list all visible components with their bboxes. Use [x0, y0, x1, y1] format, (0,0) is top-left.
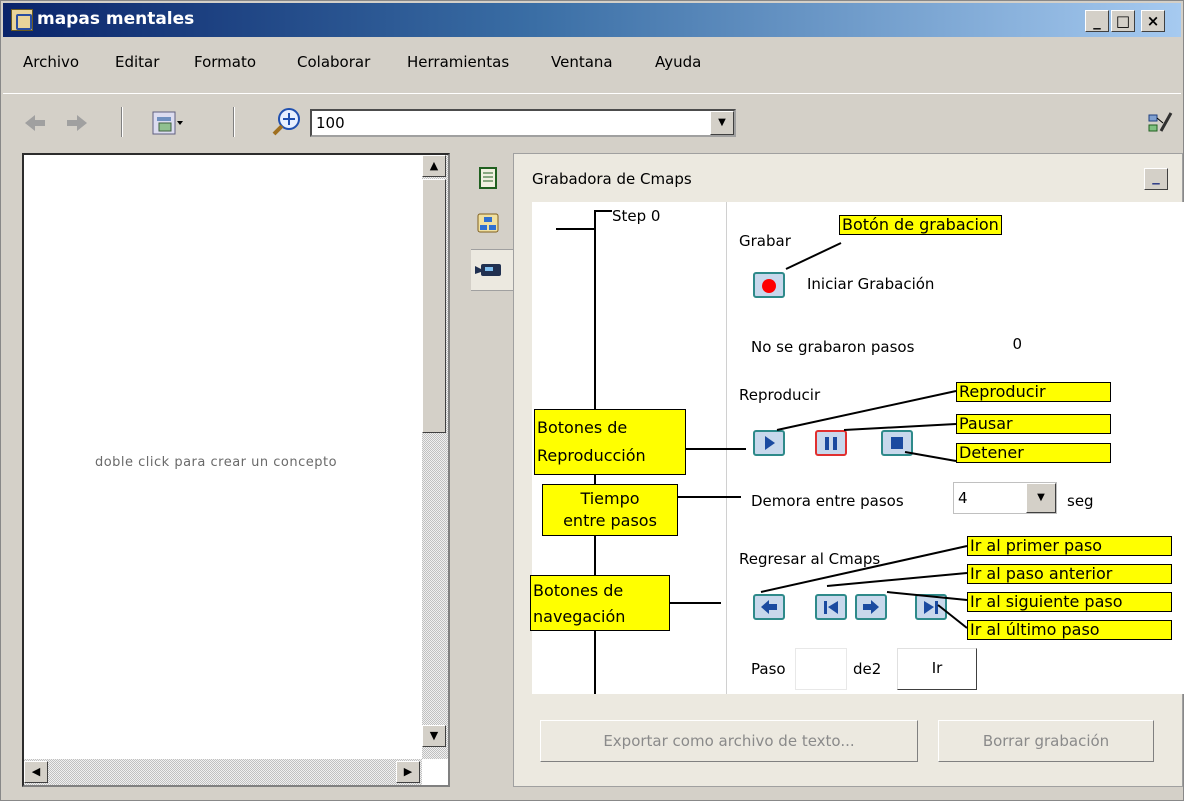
play-button[interactable]	[753, 430, 785, 456]
step-number-input[interactable]	[795, 648, 847, 690]
menu-herramientas[interactable]: Herramientas	[407, 53, 509, 71]
callout-playback-line-2: Reproducción	[537, 446, 646, 465]
next-step-button[interactable]	[855, 594, 887, 620]
recorder-tab[interactable]	[471, 249, 513, 291]
delay-value[interactable]: 4	[958, 489, 968, 507]
skip-forward-icon	[924, 601, 938, 614]
export-text-button[interactable]: Exportar como archivo de texto...	[540, 720, 918, 762]
clear-recording-button[interactable]: Borrar grabación	[938, 720, 1154, 762]
vertical-scrollbar[interactable]: ▲ ▼	[422, 155, 448, 759]
menu-ventana[interactable]: Ventana	[551, 53, 613, 71]
vertical-scroll-thumb[interactable]	[422, 179, 446, 433]
callout-prev-step: Ir al paso anterior	[967, 564, 1172, 584]
zoom-in-icon[interactable]	[271, 107, 305, 137]
delay-label: Demora entre pasos	[751, 492, 904, 510]
delay-select[interactable]: 4 ▼	[953, 482, 1057, 514]
arrow-left-icon	[761, 600, 777, 614]
callout-playback-buttons: Botones de Reproducción	[534, 409, 686, 475]
forward-arrow-icon[interactable]	[65, 113, 89, 133]
first-step-button[interactable]	[753, 594, 785, 620]
zoom-value[interactable]: 100	[316, 114, 345, 132]
no-steps-count-field: 0	[969, 326, 1029, 360]
panel-title: Grabadora de Cmaps	[532, 170, 692, 188]
view-options-icon[interactable]	[151, 109, 183, 137]
step-of-label: de2	[853, 660, 882, 678]
skip-back-icon	[824, 601, 838, 614]
scroll-up-button[interactable]: ▲	[422, 155, 446, 177]
callout-next-step: Ir al siguiente paso	[967, 592, 1172, 612]
scroll-right-button[interactable]: ▶	[396, 761, 420, 783]
delay-dropdown-button[interactable]: ▼	[1026, 483, 1056, 513]
callout-nav-line-2: navegación	[533, 607, 626, 626]
start-recording-label: Iniciar Grabación	[807, 275, 935, 293]
callout-play: Reproducir	[956, 382, 1111, 402]
callout-last-step: Ir al último paso	[967, 620, 1172, 640]
play-section-label: Reproducir	[739, 386, 821, 404]
title-bar[interactable]: mapas mentales _ □ ×	[3, 3, 1181, 37]
menu-archivo[interactable]: Archivo	[23, 53, 79, 71]
minimize-button[interactable]: _	[1085, 10, 1109, 32]
go-button[interactable]: Ir	[897, 648, 977, 690]
zoom-combo[interactable]: 100 ▼	[310, 109, 736, 137]
callout-nav-buttons: Botones de navegación	[530, 575, 670, 631]
concepts-tab-icon[interactable]	[477, 213, 499, 235]
window-title: mapas mentales	[37, 9, 195, 29]
pause-button[interactable]	[815, 430, 847, 456]
horizontal-scrollbar[interactable]: ◀ ▶	[24, 759, 422, 785]
close-button[interactable]: ×	[1141, 10, 1165, 32]
canvas-hint: doble click para crear un concepto	[94, 455, 338, 470]
menu-colaborar[interactable]: Colaborar	[297, 53, 370, 71]
scroll-left-button[interactable]: ◀	[24, 761, 48, 783]
camera-icon	[475, 264, 501, 276]
callout-time-line-2: entre pasos	[563, 511, 657, 530]
no-steps-count: 0	[1012, 335, 1022, 353]
text-tab-icon[interactable]	[477, 167, 499, 189]
callout-nav-line-1: Botones de	[533, 581, 624, 600]
callout-record-button: Botón de grabacion	[839, 215, 1002, 235]
menu-ayuda[interactable]: Ayuda	[655, 53, 701, 71]
step-0-label[interactable]: Step 0	[612, 207, 660, 225]
last-step-button[interactable]	[915, 594, 947, 620]
app-window: mapas mentales _ □ × Archivo Editar Form…	[0, 0, 1184, 801]
return-section-label: Regresar al Cmaps	[739, 550, 881, 568]
collaboration-icon[interactable]	[1147, 109, 1173, 135]
callout-stop: Detener	[956, 443, 1111, 463]
menu-formato[interactable]: Formato	[194, 53, 256, 71]
record-button[interactable]	[753, 272, 785, 298]
callout-step-time: Tiempo entre pasos	[542, 484, 678, 536]
record-icon	[762, 279, 776, 293]
stop-button[interactable]	[881, 430, 913, 456]
record-section-label: Grabar	[739, 232, 791, 250]
collapse-button[interactable]: _	[1144, 168, 1168, 190]
callout-playback-line-1: Botones de	[537, 418, 628, 437]
previous-step-button[interactable]	[815, 594, 847, 620]
menu-editar[interactable]: Editar	[115, 53, 159, 71]
step-field-label: Paso	[751, 660, 786, 678]
maximize-button[interactable]: □	[1111, 10, 1135, 32]
no-steps-label: No se grabaron pasos	[751, 338, 915, 356]
callout-time-line-1: Tiempo	[580, 489, 640, 508]
app-icon	[11, 9, 33, 31]
stop-icon	[891, 437, 903, 449]
scroll-down-button[interactable]: ▼	[422, 725, 446, 747]
pause-icon	[825, 437, 837, 450]
callout-pause: Pausar	[956, 414, 1111, 434]
arrow-right-icon	[863, 600, 879, 614]
zoom-dropdown-button[interactable]: ▼	[710, 111, 734, 135]
back-arrow-icon[interactable]	[23, 113, 47, 133]
delay-unit: seg	[1067, 492, 1094, 510]
callout-first-step: Ir al primer paso	[967, 536, 1172, 556]
concept-map-canvas[interactable]: doble click para crear un concepto ▲ ▼ ◀…	[22, 153, 450, 787]
play-icon	[765, 436, 775, 450]
